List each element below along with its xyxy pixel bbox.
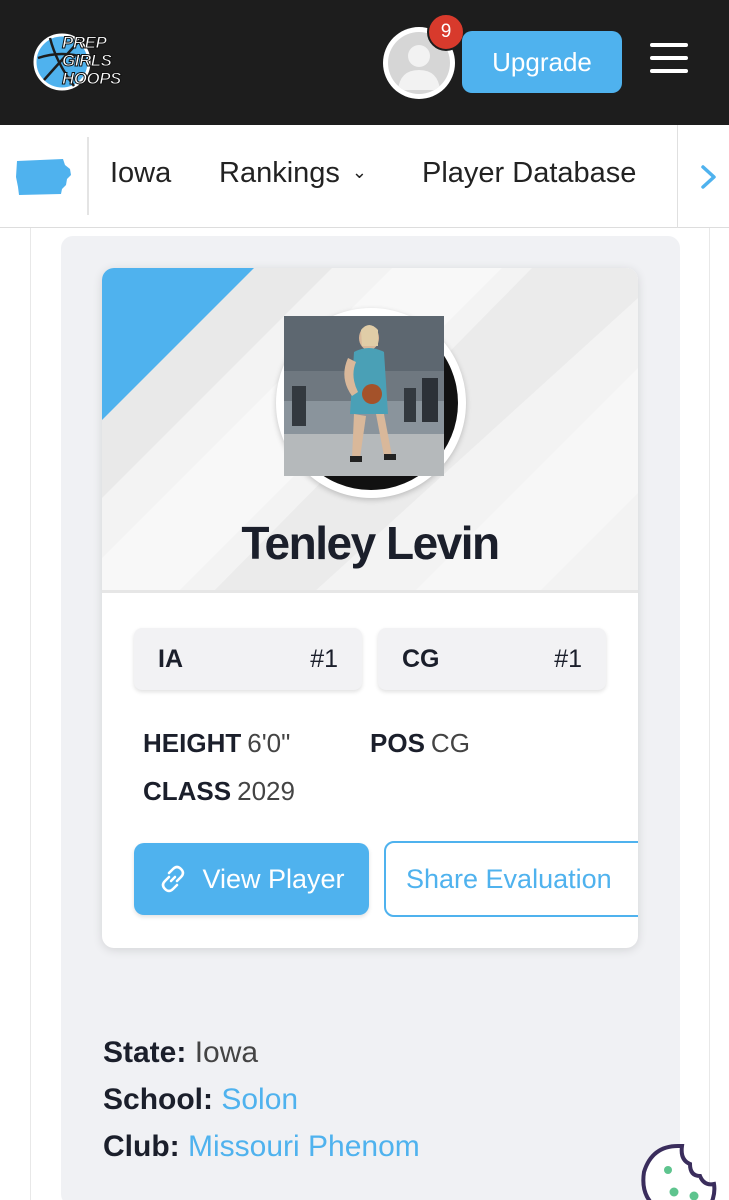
player-photo-ring [276, 308, 466, 498]
subnav-item-iowa[interactable]: Iowa [110, 157, 171, 190]
ranking-label: IA [158, 645, 183, 673]
iowa-state-icon[interactable] [15, 157, 73, 197]
ranking-value: #1 [554, 645, 582, 673]
club-link[interactable]: Missouri Phenom [188, 1130, 420, 1163]
player-photo-image [284, 316, 451, 483]
class-label: CLASS [143, 776, 232, 806]
player-photo[interactable] [284, 316, 458, 490]
subnav-scroll-divider [677, 125, 678, 228]
share-evaluation-button[interactable]: Share Evaluation [384, 841, 638, 917]
top-header: PREP GIRLS HOOPS 9 Upgrade [0, 0, 729, 125]
view-player-label: View Player [202, 863, 345, 894]
cookie-settings-icon[interactable] [638, 1140, 718, 1200]
player-name: Tenley Levin [241, 517, 500, 569]
player-card: Tenley Levin IA #1 CG #1 HEIGHT 6'0" POS C… [102, 268, 638, 948]
upgrade-button[interactable]: Upgrade [462, 31, 622, 93]
view-player-button[interactable]: View Player [134, 843, 369, 915]
hamburger-menu-icon[interactable] [650, 43, 688, 77]
position-ranking-badge: CG #1 [378, 628, 606, 690]
chevron-down-icon: ⌄ [351, 162, 367, 182]
position-attribute: POS CG [370, 728, 470, 759]
notification-badge[interactable]: 9 [427, 13, 465, 51]
subnav-item-label: Player Database [422, 157, 637, 189]
prep-girls-hoops-logo[interactable]: PREP GIRLS HOOPS [30, 28, 150, 98]
logo-text: PREP GIRLS HOOPS [62, 33, 122, 88]
sub-navigation: Iowa Rankings ⌄ Player Database [0, 125, 729, 228]
height-label: HEIGHT [143, 728, 242, 758]
subnav-item-label: Rankings [219, 157, 340, 189]
subnav-item-rankings[interactable]: Rankings ⌄ [219, 157, 367, 190]
class-attribute: CLASS 2029 [143, 776, 295, 807]
club-label: Club: [103, 1130, 180, 1163]
player-card-header: Tenley Levin [102, 268, 638, 593]
school-label: School: [103, 1083, 213, 1116]
height-value: 6'0" [247, 728, 291, 758]
link-icon [162, 865, 185, 893]
subnav-item-label: Iowa [110, 157, 172, 189]
position-value: CG [430, 728, 470, 758]
share-evaluation-label: Share Evaluation [406, 863, 612, 894]
school-detail: School: Solon [103, 1083, 298, 1117]
class-value: 2029 [237, 776, 295, 806]
position-label: POS [370, 728, 425, 758]
height-attribute: HEIGHT 6'0" [143, 728, 290, 759]
state-label: State: [103, 1036, 187, 1069]
state-ranking-badge: IA #1 [134, 628, 362, 690]
logo-line-1: PREP [62, 33, 108, 52]
state-value: Iowa [194, 1036, 259, 1069]
logo-line-3: HOOPS [62, 69, 122, 88]
subnav-divider [87, 137, 89, 215]
subnav-item-player-database[interactable]: Player Database [422, 157, 636, 190]
ranking-label: CG [402, 645, 440, 673]
ranking-value: #1 [310, 645, 338, 673]
school-link[interactable]: Solon [221, 1083, 298, 1116]
chevron-right-icon[interactable] [697, 161, 721, 193]
state-detail: State: Iowa [103, 1036, 258, 1070]
club-detail: Club: Missouri Phenom [103, 1130, 420, 1164]
logo-line-2: GIRLS [62, 51, 113, 70]
